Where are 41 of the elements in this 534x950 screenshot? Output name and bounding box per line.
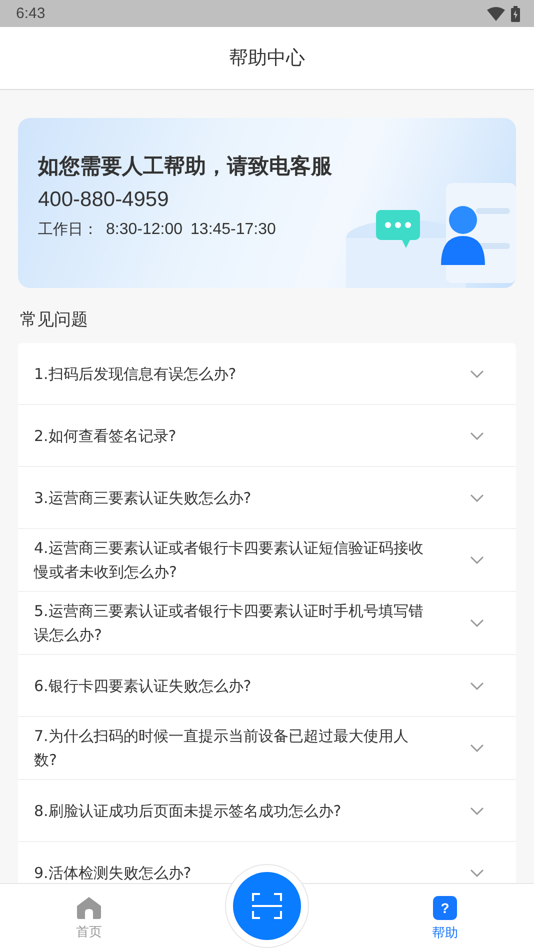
question-text: 8.刷脸认证成功后页面未提示签名成功怎么办? [34,800,342,822]
hours-label: 工作日： [38,220,98,239]
phone-number[interactable]: 400-880-4959 [38,188,332,212]
question-text: 1.扫码后发现信息有误怎么办? [34,364,236,384]
faq-item[interactable]: 5.运营商三要素认证或者银行卡四要素认证时手机号填写错误怎么办? [18,592,516,655]
status-time: 6:43 [16,5,46,22]
faq-item[interactable]: 4.运营商三要素认证或者银行卡四要素认证短信验证码接收慢或者未收到怎么办? [18,529,516,592]
question-text: 5.运营商三要素认证或者银行卡四要素认证时手机号填写错误怎么办? [34,601,424,646]
chevron-icon [470,494,484,502]
home-icon [77,897,101,919]
scan-icon [252,893,282,919]
chevron-icon [470,619,484,627]
question-text: 3.运营商三要素认证失败怎么办? [34,488,252,508]
chevron-icon [470,682,484,690]
question-text: 2.如何查看签名记录? [34,426,176,446]
faq-item[interactable]: 3.运营商三要素认证失败怎么办? [18,467,516,529]
help-icon: ? [433,896,457,920]
banner-headline: 如您需要人工帮助，请致电客服 [38,153,332,180]
question-text: 9.活体检测失败怎么办? [34,862,192,883]
question-text: 6.银行卡四要素认证失败怎么办? [34,676,252,696]
chevron-icon [470,806,484,814]
battery-icon [511,6,520,22]
nav-tab[interactable]: ? 帮助 [405,892,485,942]
chevron-icon [470,556,484,564]
question-text: 4.运营商三要素认证或者银行卡四要素认证短信验证码接收慢或者未收到怎么办? [34,538,424,583]
hours-range: 13:45-17:30 [190,221,276,239]
wifi-icon [487,6,505,20]
faq-item[interactable]: 6.银行卡四要素认证失败怎么办? [18,655,516,717]
chevron-icon [470,432,484,440]
chevron-icon [470,744,484,752]
question-text: 7.为什么扫码的时候一直提示当前设备已超过最大使用人数? [34,726,410,771]
hours-range: 8:30-12:00 [106,221,183,239]
faq-item[interactable]: 2.如何查看签名记录? [18,405,516,467]
faq-item[interactable]: 8.刷脸认证成功后页面未提示签名成功怎么办? [18,780,516,842]
chevron-icon [470,370,484,378]
section-title: 常见问题 [20,309,89,331]
faq-item[interactable]: 7.为什么扫码的时候一直提示当前设备已超过最大使用人数? [18,717,516,780]
scan-button[interactable] [233,872,301,940]
chevron-icon [470,868,484,876]
page-title: 帮助中心 [229,46,305,71]
faq-item[interactable]: 1.扫码后发现信息有误怎么办? [18,343,516,405]
